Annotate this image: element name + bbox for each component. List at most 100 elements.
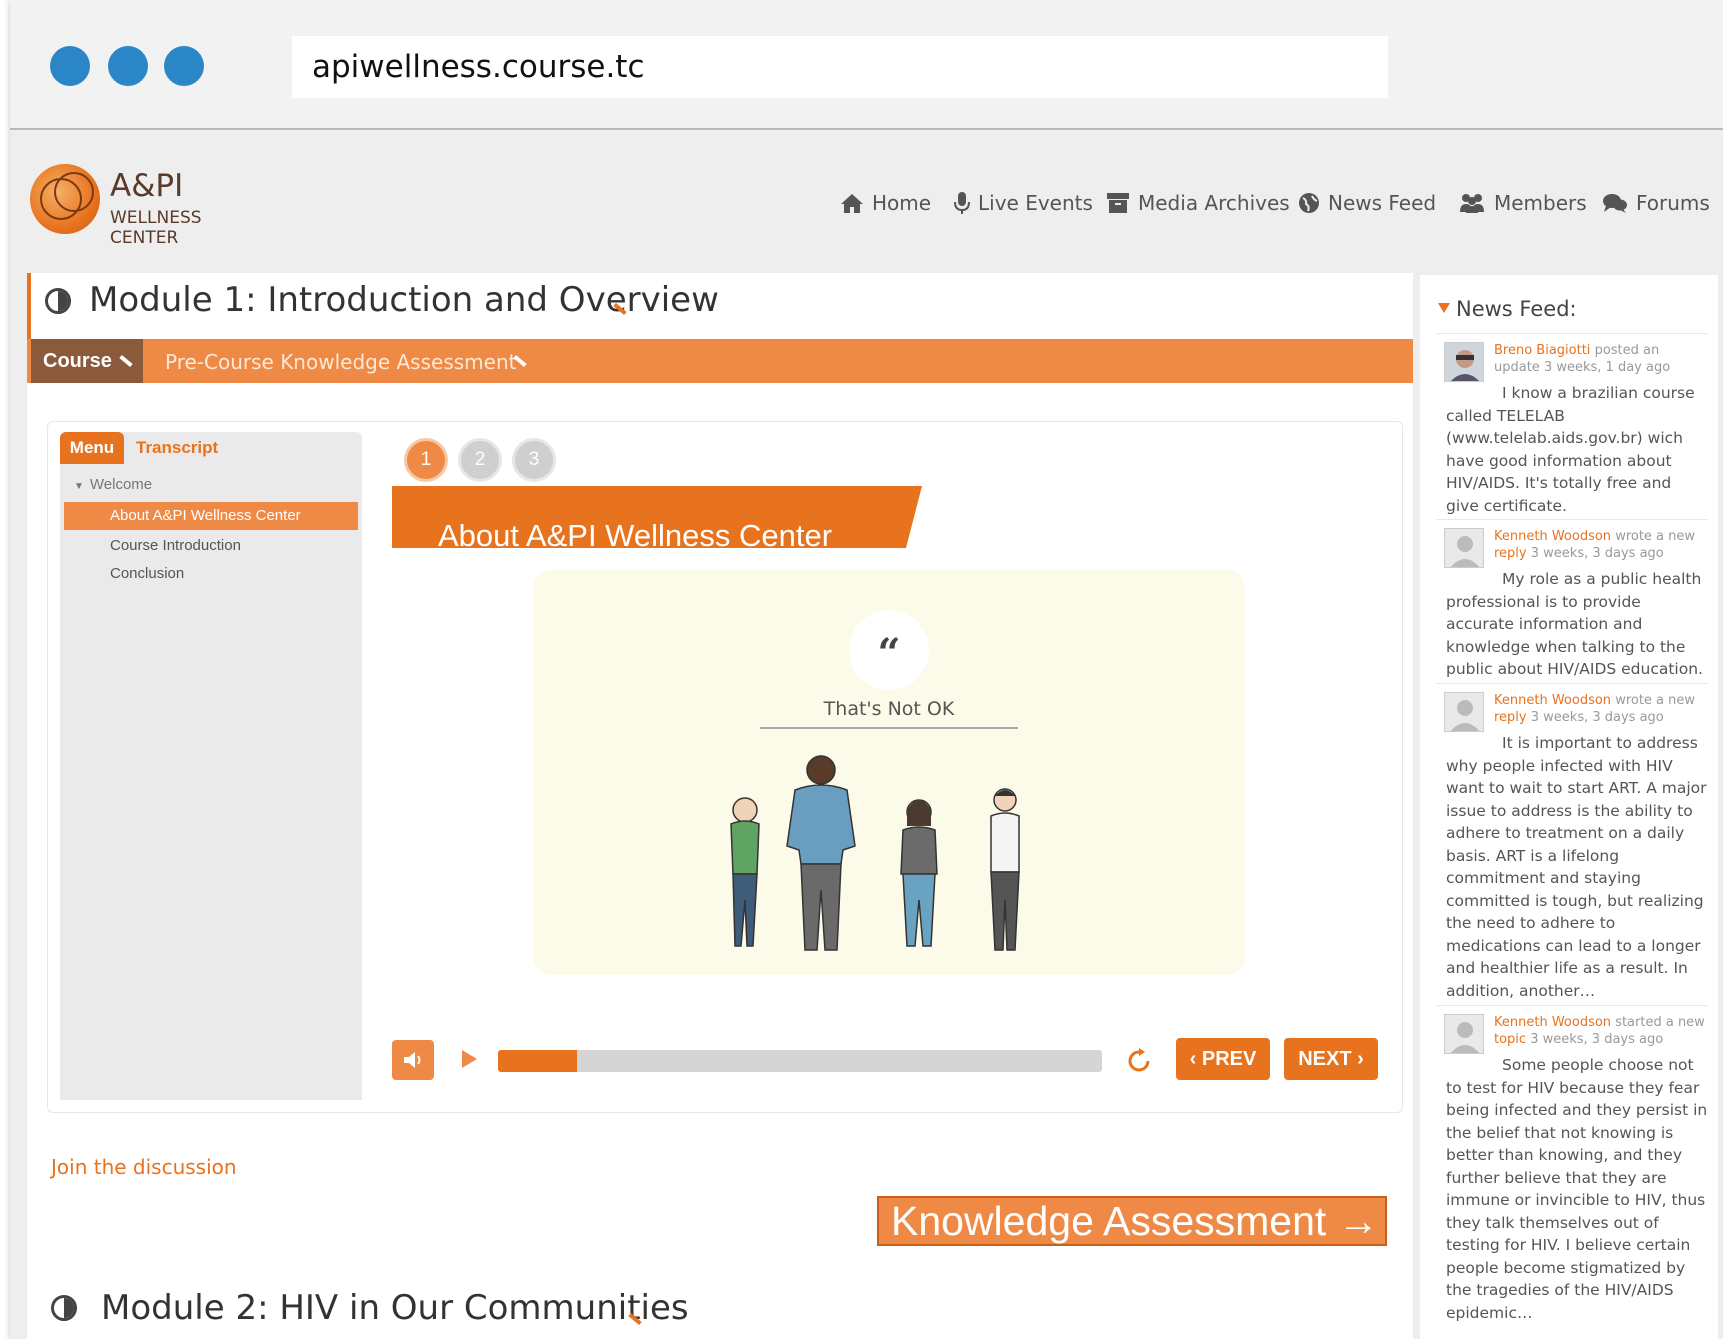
feed-time: 3 weeks, 3 days ago bbox=[1530, 546, 1664, 561]
seek-bar[interactable] bbox=[498, 1050, 1102, 1072]
feed-author-link[interactable]: Kenneth Woodson bbox=[1494, 529, 1611, 544]
module-1-header: Module 1: Introduction and Overview bbox=[27, 273, 1417, 343]
nav-members-label: Members bbox=[1494, 191, 1587, 215]
slide-stage: “ That's Not OK bbox=[533, 570, 1245, 975]
menu-item-label: About A&PI Wellness Center bbox=[110, 507, 301, 524]
url-text: apiwellness.course.tc bbox=[312, 49, 645, 85]
window-close-dot[interactable] bbox=[50, 46, 90, 86]
default-avatar-icon bbox=[1445, 529, 1483, 567]
feed-item: Kenneth Woodson wrote a new reply 3 week… bbox=[1436, 683, 1708, 1000]
course-tab-label: Course bbox=[43, 350, 112, 372]
avatar[interactable] bbox=[1444, 1014, 1484, 1054]
feed-reply-link[interactable]: reply bbox=[1494, 546, 1527, 561]
player-sidebar: Menu Transcript ▼ Welcome About A&PI Well… bbox=[60, 432, 362, 1100]
nav-forums[interactable]: Forums bbox=[1602, 188, 1710, 218]
default-avatar-icon bbox=[1445, 1015, 1483, 1053]
nav-home-label: Home bbox=[872, 191, 932, 215]
feed-action: wrote a new bbox=[1615, 529, 1696, 544]
course-tab[interactable]: Course bbox=[31, 339, 143, 383]
people-illustration bbox=[730, 755, 1020, 951]
chat-bubbles-icon bbox=[1603, 194, 1627, 213]
prev-button[interactable]: ‹ PREV bbox=[1176, 1038, 1270, 1080]
nav-members[interactable]: Members bbox=[1458, 188, 1587, 218]
course-player: Menu Transcript ▼ Welcome About A&PI Well… bbox=[47, 421, 1403, 1113]
nav-media-archives-label: Media Archives bbox=[1138, 191, 1290, 215]
menu-item-label: Conclusion bbox=[110, 565, 185, 582]
window-maximize-dot[interactable] bbox=[164, 46, 204, 86]
triangle-down-icon[interactable] bbox=[1438, 303, 1450, 313]
triangle-down-icon: ▼ bbox=[74, 481, 84, 492]
archive-box-icon bbox=[1107, 193, 1129, 213]
nav-forums-label: Forums bbox=[1636, 191, 1710, 215]
feed-author-link[interactable]: Breno Biagiotti bbox=[1494, 343, 1590, 358]
menu-section-welcome[interactable]: ▼ Welcome bbox=[74, 476, 152, 493]
chevron-right-icon: › bbox=[1351, 1048, 1364, 1070]
feed-reply-link[interactable]: reply bbox=[1494, 710, 1527, 725]
avatar[interactable] bbox=[1444, 342, 1484, 382]
browser-window: apiwellness.course.tc A&PI WELLNESS CENT… bbox=[10, 0, 1723, 1339]
nav-news-feed-label: News Feed bbox=[1328, 191, 1437, 215]
next-button[interactable]: NEXT › bbox=[1284, 1038, 1378, 1080]
site-page: A&PI WELLNESS CENTER Home Live Events Me… bbox=[10, 130, 1723, 1339]
feed-author-link[interactable]: Kenneth Woodson bbox=[1494, 1015, 1611, 1030]
nav-home[interactable]: Home bbox=[840, 188, 931, 218]
feed-time: 3 weeks, 3 days ago bbox=[1530, 710, 1664, 725]
quote-mark-icon: “ bbox=[849, 610, 929, 690]
feed-meta: Kenneth Woodson started a new topic 3 we… bbox=[1494, 1014, 1708, 1048]
window-minimize-dot[interactable] bbox=[108, 46, 148, 86]
nav-news-feed[interactable]: News Feed bbox=[1298, 188, 1436, 218]
replay-icon[interactable] bbox=[1126, 1048, 1152, 1074]
step-2[interactable]: 2 bbox=[458, 438, 502, 482]
feed-text: Some people choose not to test for HIV b… bbox=[1446, 1056, 1708, 1322]
feed-time: 3 weeks, 3 days ago bbox=[1530, 1032, 1664, 1047]
next-button-label: NEXT bbox=[1298, 1048, 1352, 1070]
feed-action: wrote a new bbox=[1615, 693, 1696, 708]
tab-transcript[interactable]: Transcript bbox=[136, 438, 218, 458]
feed-text: It is important to address why people in… bbox=[1446, 734, 1707, 1000]
logo-subtitle-2: CENTER bbox=[110, 228, 179, 248]
menu-item-conclusion[interactable]: Conclusion bbox=[64, 560, 358, 588]
module-2-title[interactable]: Module 2: HIV in Our Communities bbox=[101, 1288, 689, 1328]
speaker-icon bbox=[404, 1052, 421, 1068]
feed-topic-link[interactable]: topic bbox=[1494, 1032, 1526, 1047]
caption-underline bbox=[760, 727, 1018, 729]
feed-item: Kenneth Woodson started a new topic 3 we… bbox=[1436, 1005, 1708, 1336]
feed-meta: Kenneth Woodson wrote a new reply 3 week… bbox=[1494, 692, 1708, 726]
feed-text: My role as a public health professional … bbox=[1446, 570, 1703, 678]
person-blue-sweater bbox=[786, 755, 856, 951]
play-icon[interactable] bbox=[462, 1050, 477, 1068]
nav-live-events[interactable]: Live Events bbox=[954, 188, 1093, 218]
feed-time: 3 weeks, 1 day ago bbox=[1543, 360, 1671, 375]
pre-course-assessment-link[interactable]: Pre-Course Knowledge Assessment bbox=[165, 350, 516, 374]
news-feed-panel: News Feed: Breno Biagiotti posted an upd… bbox=[1420, 275, 1718, 1339]
nav-media-archives[interactable]: Media Archives bbox=[1106, 188, 1290, 218]
edit-pencil-icon bbox=[119, 354, 133, 368]
feed-author-link[interactable]: Kenneth Woodson bbox=[1494, 693, 1611, 708]
slide-caption: That's Not OK bbox=[823, 698, 955, 720]
prev-button-label: PREV bbox=[1201, 1048, 1257, 1070]
avatar[interactable] bbox=[1444, 528, 1484, 568]
user-photo bbox=[1445, 343, 1483, 381]
address-bar[interactable]: apiwellness.course.tc bbox=[292, 36, 1388, 98]
step-3[interactable]: 3 bbox=[512, 438, 556, 482]
menu-item-about[interactable]: About A&PI Wellness Center bbox=[64, 502, 358, 530]
half-circle-icon bbox=[51, 1295, 77, 1321]
step-1[interactable]: 1 bbox=[404, 438, 448, 482]
knowledge-assessment-button[interactable]: Knowledge Assessment → bbox=[877, 1196, 1387, 1246]
chevron-left-icon: ‹ bbox=[1189, 1048, 1202, 1070]
nav-live-events-label: Live Events bbox=[978, 191, 1093, 215]
menu-item-course-introduction[interactable]: Course Introduction bbox=[64, 532, 358, 560]
feed-action: started a new bbox=[1615, 1015, 1705, 1030]
slide-title-banner: About A&PI Wellness Center bbox=[392, 486, 922, 548]
person-green-shirt bbox=[730, 797, 760, 947]
tab-menu[interactable]: Menu bbox=[60, 432, 124, 464]
logo-subtitle-1: WELLNESS bbox=[110, 208, 202, 228]
menu-section-label: Welcome bbox=[89, 476, 153, 493]
feed-meta: Breno Biagiotti posted an update 3 weeks… bbox=[1494, 342, 1708, 376]
join-discussion-link[interactable]: Join the discussion bbox=[51, 1155, 237, 1179]
site-logo[interactable]: A&PI WELLNESS CENTER bbox=[30, 164, 230, 248]
browser-chrome: apiwellness.course.tc bbox=[10, 0, 1723, 130]
avatar[interactable] bbox=[1444, 692, 1484, 732]
feed-meta: Kenneth Woodson wrote a new reply 3 week… bbox=[1494, 528, 1708, 562]
volume-button[interactable] bbox=[392, 1040, 434, 1080]
